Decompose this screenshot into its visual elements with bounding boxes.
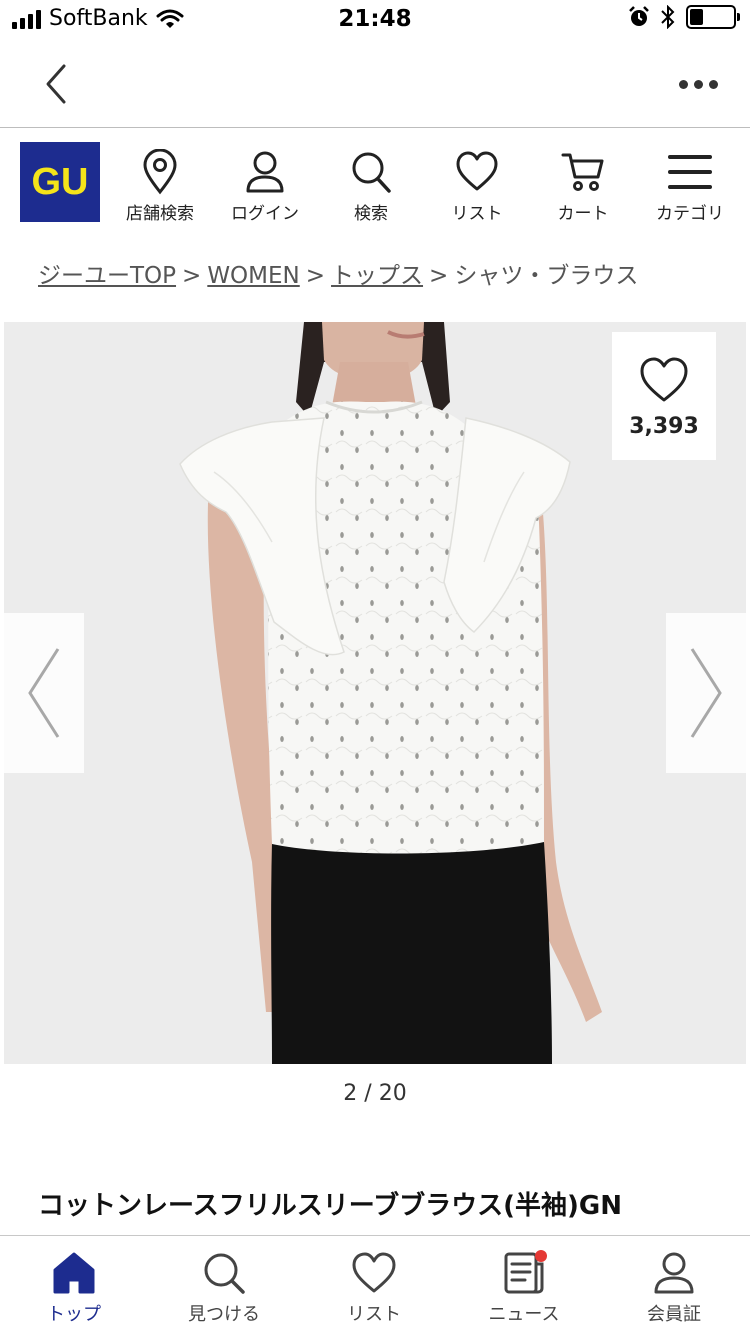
menu-label: リスト — [451, 204, 503, 224]
product-image-gallery[interactable]: 3,393 — [4, 322, 746, 1064]
menu-label: ログイン — [231, 204, 299, 224]
category-button[interactable]: カテゴリ — [640, 149, 740, 229]
next-image-button[interactable] — [666, 613, 746, 773]
tab-news[interactable]: ニュース — [469, 1250, 579, 1326]
bluetooth-icon — [661, 5, 675, 29]
heart-icon — [640, 357, 688, 402]
login-button[interactable]: ログイン — [215, 149, 315, 229]
breadcrumb-current: シャツ・ブラウス — [454, 263, 639, 289]
tab-bar: トップ 見つける リスト ニュース 会員証 — [0, 1235, 750, 1334]
nav-bar — [0, 40, 750, 128]
more-options-button[interactable] — [674, 68, 722, 100]
breadcrumb-separator: > — [182, 263, 202, 289]
breadcrumb-link-top[interactable]: ジーユーTOP — [38, 263, 176, 289]
chevron-left-icon — [46, 64, 66, 104]
tab-top[interactable]: トップ — [19, 1250, 129, 1326]
chevron-right-icon — [690, 648, 722, 738]
site-header: GU 店舗検索 ログイン 検索 リスト カート カテゴリ — [0, 129, 750, 235]
breadcrumb-link-women[interactable]: WOMEN — [207, 263, 299, 289]
logo-text: GU — [31, 160, 89, 203]
tab-label: リスト — [347, 1304, 401, 1325]
tab-label: トップ — [47, 1304, 101, 1325]
tab-member-card[interactable]: 会員証 — [619, 1250, 729, 1326]
menu-label: 検索 — [354, 204, 388, 224]
heart-icon — [456, 151, 498, 191]
search-icon — [352, 152, 391, 193]
status-bar: SoftBank 21:48 — [0, 0, 750, 40]
favorite-button[interactable]: 3,393 — [612, 332, 716, 460]
menu-label: 店舗検索 — [126, 204, 194, 224]
alarm-icon — [629, 6, 649, 26]
product-title: コットンレースフリルスリーブブラウス(半袖)GN — [38, 1191, 623, 1221]
dot-icon — [693, 79, 703, 89]
battery-icon — [686, 5, 740, 29]
cart-button[interactable]: カート — [533, 149, 633, 229]
back-button[interactable] — [36, 60, 80, 108]
member-icon — [654, 1252, 694, 1294]
breadcrumb-separator: > — [429, 263, 449, 289]
dot-icon — [708, 79, 718, 89]
user-icon — [246, 151, 284, 193]
menu-label: カート — [557, 204, 609, 224]
wishlist-button[interactable]: リスト — [427, 149, 527, 229]
notification-badge — [535, 1250, 547, 1262]
menu-label: カテゴリ — [656, 204, 724, 224]
breadcrumb: ジーユーTOP > WOMEN > トップス > シャツ・ブラウス — [38, 256, 638, 290]
location-pin-icon — [143, 149, 177, 195]
tab-discover[interactable]: 見つける — [169, 1250, 279, 1326]
previous-image-button[interactable] — [4, 613, 84, 773]
gu-logo[interactable]: GU — [20, 142, 100, 222]
chevron-left-icon — [28, 648, 60, 738]
favorite-count: 3,393 — [629, 414, 699, 439]
cart-icon — [561, 153, 604, 191]
search-button[interactable]: 検索 — [321, 149, 421, 229]
tab-list[interactable]: リスト — [319, 1250, 429, 1326]
tab-label: ニュース — [488, 1304, 560, 1325]
image-pager: 2 / 20 — [343, 1081, 407, 1106]
heart-icon — [352, 1252, 396, 1293]
home-icon — [53, 1252, 95, 1294]
dot-icon — [678, 79, 688, 89]
hamburger-menu-icon — [668, 155, 712, 189]
store-search-button[interactable]: 店舗検索 — [110, 149, 210, 229]
breadcrumb-link-tops[interactable]: トップス — [331, 263, 423, 289]
search-icon — [204, 1253, 245, 1294]
tab-label: 会員証 — [647, 1304, 701, 1325]
tab-label: 見つける — [188, 1304, 260, 1325]
breadcrumb-separator: > — [305, 263, 326, 289]
